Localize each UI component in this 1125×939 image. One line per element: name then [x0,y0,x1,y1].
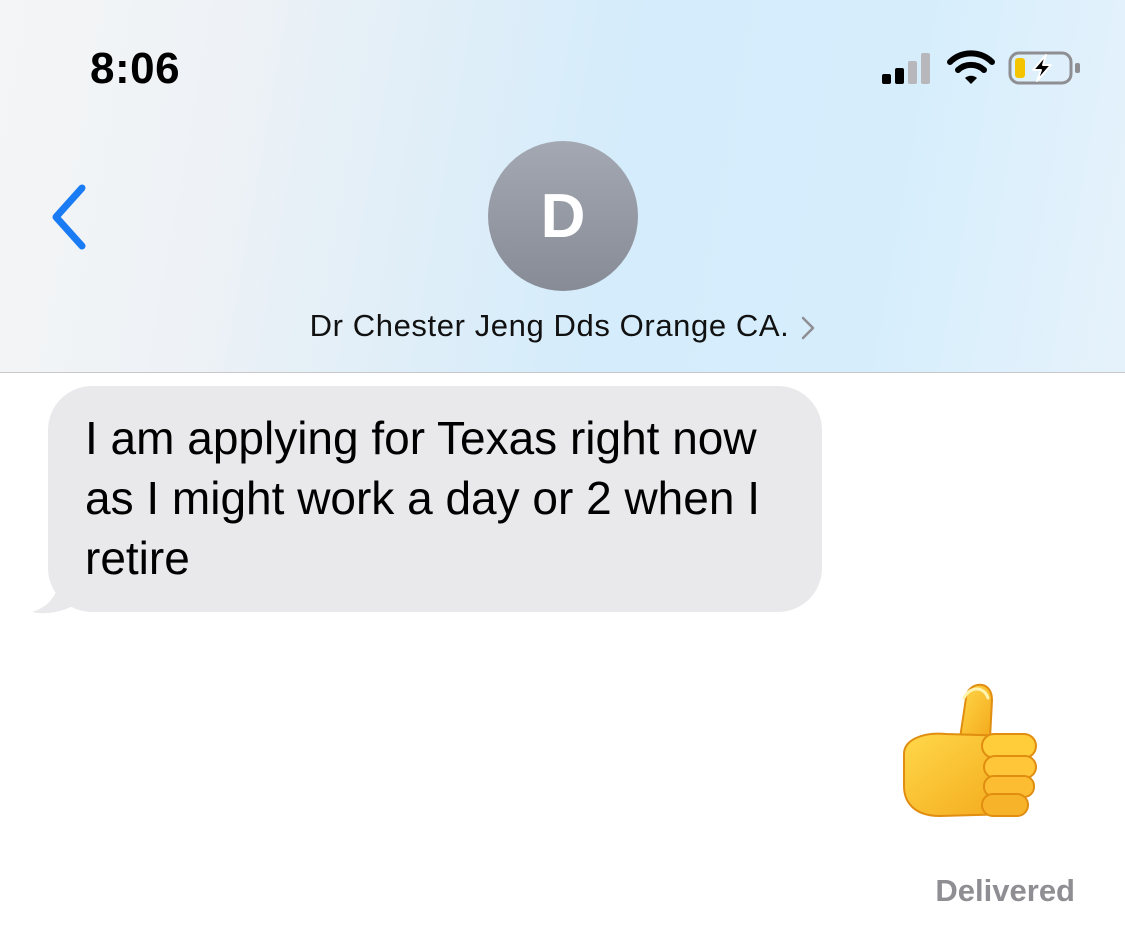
status-time: 8:06 [90,44,181,93]
contact-avatar[interactable]: D [488,141,638,291]
avatar-initial: D [540,181,586,251]
status-icons [880,50,1090,90]
incoming-message-bubble[interactable]: I am applying for Texas right now as I m… [48,386,822,612]
contact-name: Dr Chester Jeng Dds Orange CA. [309,308,790,343]
conversation-header: 8:06 D Dr Chester Jeng Dds Orange CA. [0,0,1125,373]
back-button[interactable] [46,182,94,252]
contact-details-button[interactable]: Dr Chester Jeng Dds Orange CA. [0,304,1125,348]
delivery-status: Delivered [935,873,1075,908]
thumbs-up-icon[interactable] [900,676,1042,824]
message-text: I am applying for Texas right now as I m… [85,412,760,584]
battery-charging-icon [1008,51,1080,85]
wifi-icon [947,50,995,84]
cellular-signal-icon [882,53,930,84]
chevron-right-icon [802,316,815,340]
